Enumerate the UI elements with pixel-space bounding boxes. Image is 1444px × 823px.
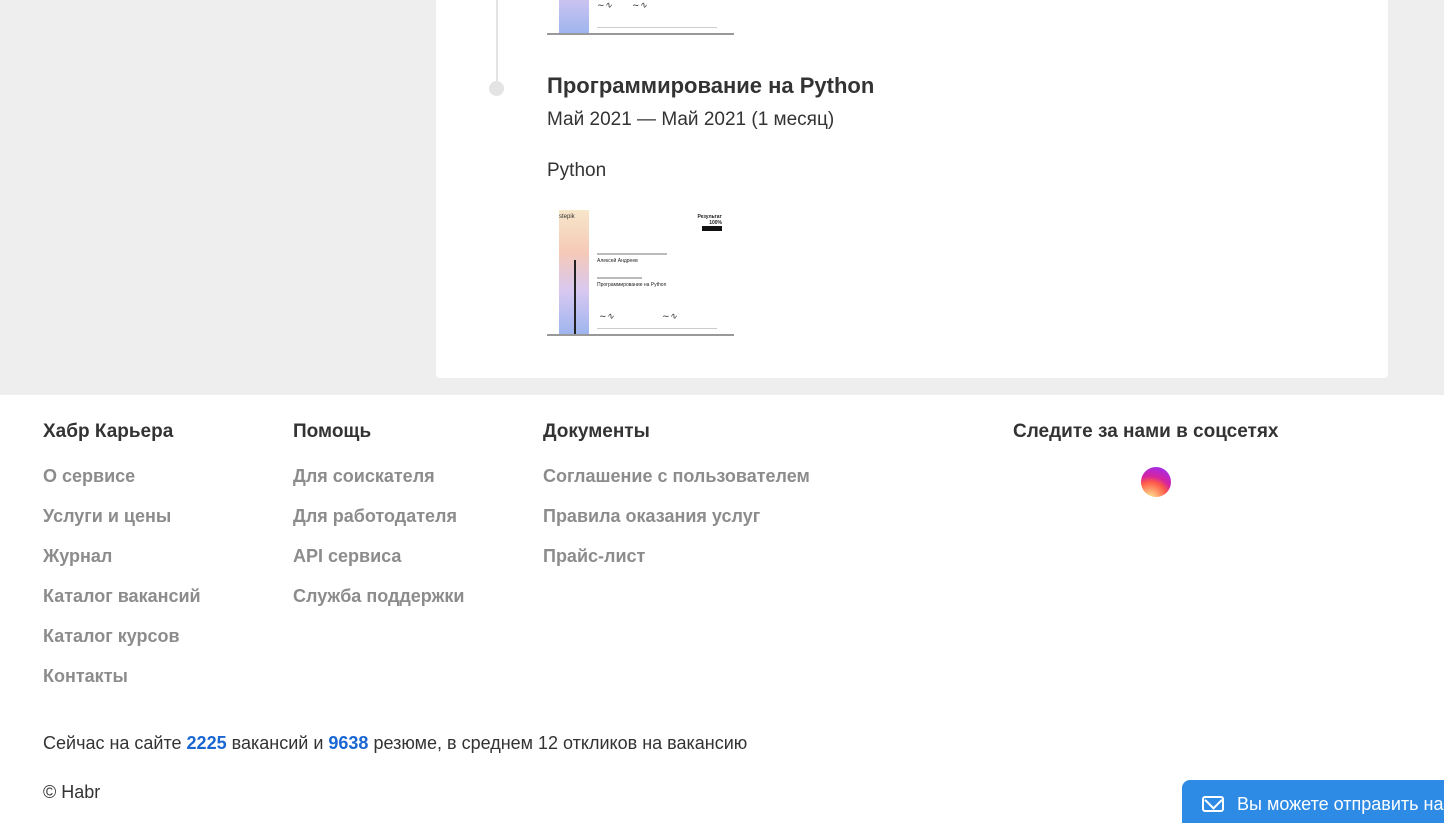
footer-column-social: Следите за нами в соцсетях xyxy=(1013,420,1279,466)
certificate-student: Алексей Андреев xyxy=(597,258,638,264)
course-skill: Python xyxy=(547,160,607,181)
footer-title: Документы xyxy=(543,421,650,442)
footer-link-journal[interactable]: Журнал xyxy=(43,546,201,566)
instagram-icon[interactable] xyxy=(1141,467,1171,497)
vacancies-count[interactable]: 2225 xyxy=(187,733,227,753)
footer-link-rules[interactable]: Правила оказания услуг xyxy=(543,506,810,526)
certificate-strip-line xyxy=(574,259,576,334)
stepik-logo: stepik xyxy=(559,214,575,220)
site-stats: Сейчас на сайте 2225 вакансий и 9638 рез… xyxy=(43,733,748,753)
signature-mark: ~∿ xyxy=(662,312,678,322)
copyright: © Habr xyxy=(43,782,101,802)
footer-column-documents: Документы Соглашение с пользователем Пра… xyxy=(543,420,810,586)
footer-link-agreement[interactable]: Соглашение с пользователем xyxy=(543,466,810,486)
certificate-image[interactable]: stepik Результат 100% Алексей Андреев Пр… xyxy=(547,210,734,336)
footer-link-jobseeker[interactable]: Для соискателя xyxy=(293,466,464,486)
footer-link-vacancies[interactable]: Каталог вакансий xyxy=(43,586,201,606)
mail-icon xyxy=(1202,796,1224,812)
certificate-badge xyxy=(702,226,722,231)
footer-column-help: Помощь Для соискателя Для работодателя A… xyxy=(293,420,464,626)
footer-column-habr-career: Хабр Карьера О сервисе Услуги и цены Жур… xyxy=(43,420,201,706)
footer-link-employer[interactable]: Для работодателя xyxy=(293,506,464,526)
footer-link-pricelist[interactable]: Прайс-лист xyxy=(543,546,810,566)
certificate-footer-line xyxy=(597,328,717,329)
footer-link-services[interactable]: Услуги и цены xyxy=(43,506,201,526)
footer-link-support[interactable]: Служба поддержки xyxy=(293,586,464,606)
timeline-line xyxy=(496,0,498,88)
course-dates: Май 2021 — Май 2021 (1 месяц) xyxy=(547,109,835,130)
footer-link-api[interactable]: API сервиса xyxy=(293,546,464,566)
footer-link-about[interactable]: О сервисе xyxy=(43,466,201,486)
certificate-text-line xyxy=(597,253,667,255)
footer-title: Помощь xyxy=(293,421,372,442)
resumes-count[interactable]: 9638 xyxy=(328,733,368,753)
certificate-course: Программирование на Python xyxy=(597,282,667,288)
feedback-button[interactable]: Вы можете отправить на xyxy=(1182,780,1444,823)
certificate-score: Результат 100% xyxy=(697,214,722,226)
footer-title: Хабр Карьера xyxy=(43,421,174,442)
course-title: Программирование на Python xyxy=(547,73,875,98)
footer-title: Следите за нами в соцсетях xyxy=(1013,421,1279,442)
signature-mark: ~∿ xyxy=(597,1,613,11)
timeline-dot xyxy=(489,81,504,96)
previous-certificate-image[interactable]: ~∿ ~∿ xyxy=(547,0,734,35)
certificate-strip xyxy=(559,0,589,33)
signature-mark: ~∿ xyxy=(599,312,615,322)
footer-link-courses[interactable]: Каталог курсов xyxy=(43,626,201,646)
feedback-label: Вы можете отправить на xyxy=(1237,794,1444,814)
certificate-text-line xyxy=(597,277,642,279)
footer-link-contacts[interactable]: Контакты xyxy=(43,666,201,686)
certificate-footer-line xyxy=(597,27,717,28)
signature-mark: ~∿ xyxy=(632,1,648,11)
